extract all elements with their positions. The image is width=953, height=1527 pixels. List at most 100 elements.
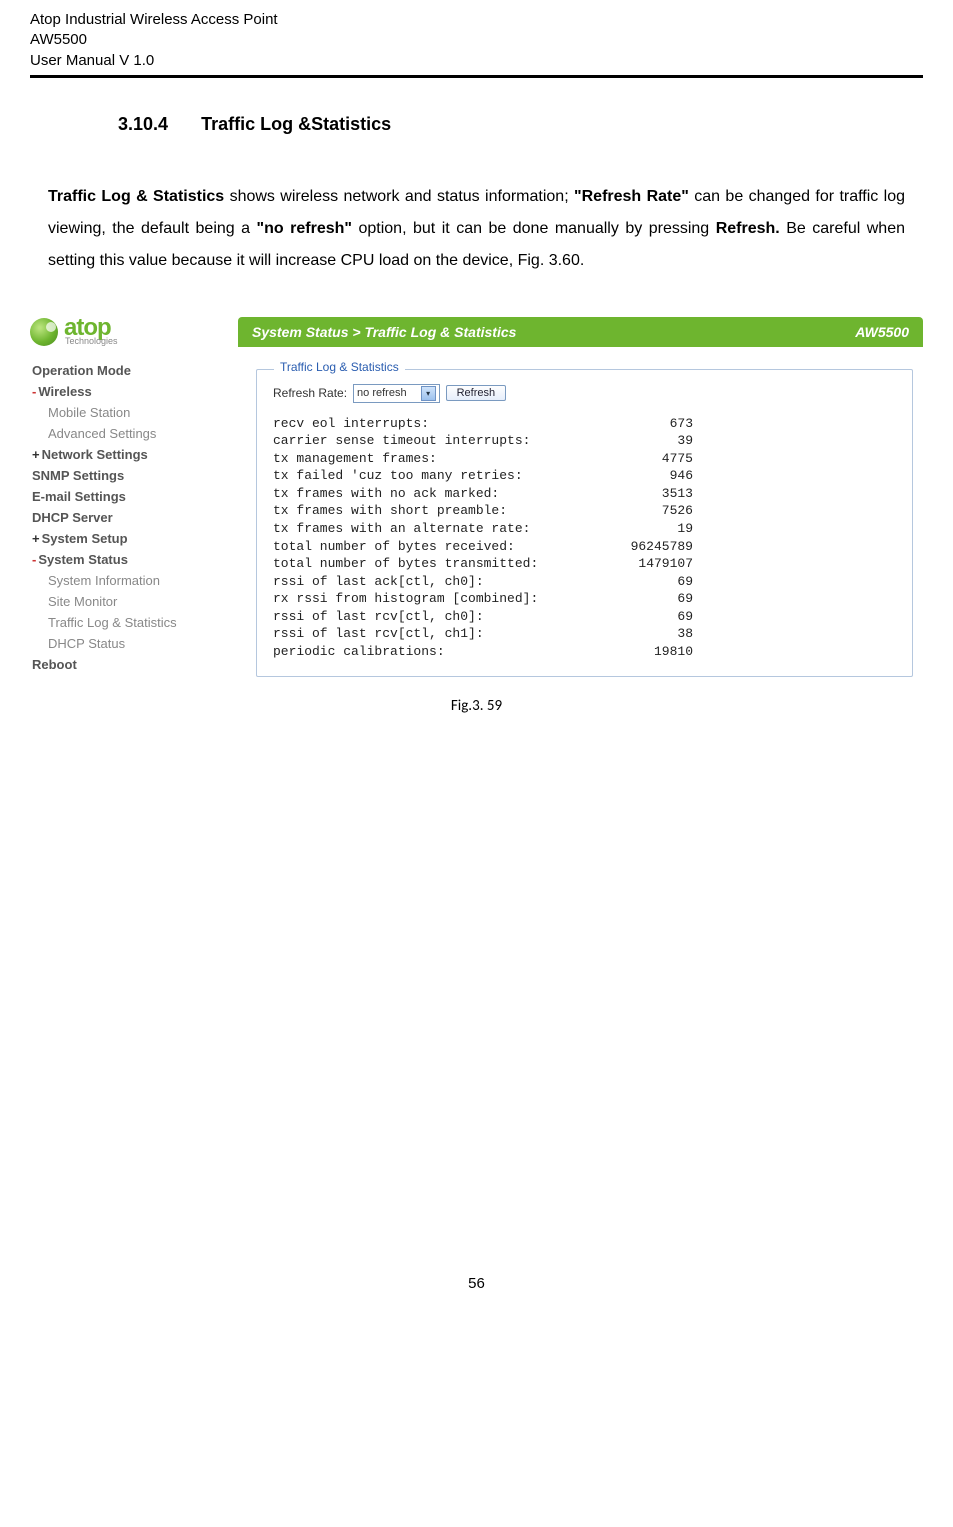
stat-label: rx rssi from histogram [combined]:	[273, 590, 603, 608]
stat-label: periodic calibrations:	[273, 643, 603, 661]
collapse-icon: -	[32, 552, 36, 567]
refresh-row: Refresh Rate: no refresh ▾ Refresh	[273, 384, 896, 403]
sidebar: atop Technologies Operation Mode -Wirele…	[30, 317, 220, 676]
breadcrumb-bar: System Status > Traffic Log & Statistics…	[238, 317, 923, 347]
section-heading: 3.10.4 Traffic Log &Statistics	[118, 114, 923, 135]
stat-label: tx management frames:	[273, 450, 603, 468]
select-value: no refresh	[357, 387, 407, 399]
p-bold-2: "Refresh Rate"	[574, 188, 689, 205]
stat-row: rssi of last rcv[ctl, ch1]:38	[273, 625, 896, 643]
nav-reboot[interactable]: Reboot	[30, 654, 220, 675]
model-label: AW5500	[855, 324, 909, 340]
stat-label: carrier sense timeout interrupts:	[273, 432, 603, 450]
stat-row: total number of bytes received:96245789	[273, 538, 896, 556]
figure: atop Technologies Operation Mode -Wirele…	[30, 317, 923, 716]
stat-row: tx management frames:4775	[273, 450, 896, 468]
stat-label: rssi of last ack[ctl, ch0]:	[273, 573, 603, 591]
refresh-rate-select[interactable]: no refresh ▾	[353, 384, 440, 403]
fieldset: Refresh Rate: no refresh ▾ Refresh recv …	[256, 369, 913, 678]
expand-icon: +	[32, 447, 40, 462]
section-number: 3.10.4	[118, 114, 168, 135]
fieldset-legend: Traffic Log & Statistics	[274, 360, 405, 374]
stat-row: tx frames with short preamble:7526	[273, 502, 896, 520]
nav-mobile-station[interactable]: Mobile Station	[30, 402, 220, 423]
stat-row: periodic calibrations:19810	[273, 643, 896, 661]
stat-value: 69	[603, 590, 693, 608]
content-panel: System Status > Traffic Log & Statistics…	[238, 317, 923, 688]
stat-value: 39	[603, 432, 693, 450]
stat-value: 7526	[603, 502, 693, 520]
nav-email-settings[interactable]: E-mail Settings	[30, 486, 220, 507]
p-bold-1: Traffic Log & Statistics	[48, 188, 224, 205]
stat-label: recv eol interrupts:	[273, 415, 603, 433]
stat-value: 19	[603, 520, 693, 538]
nav-wireless-label: Wireless	[38, 384, 91, 399]
nav-system-status[interactable]: -System Status	[30, 549, 220, 570]
page-number: 56	[30, 1275, 923, 1292]
nav-wireless[interactable]: -Wireless	[30, 381, 220, 402]
stat-value: 1479107	[603, 555, 693, 573]
stat-value: 946	[603, 467, 693, 485]
nav-advanced-settings[interactable]: Advanced Settings	[30, 423, 220, 444]
logo-sub: Technologies	[65, 336, 118, 346]
stat-label: tx frames with no ack marked:	[273, 485, 603, 503]
stat-value: 69	[603, 573, 693, 591]
collapse-icon: -	[32, 384, 36, 399]
figure-caption: Fig.3. 59	[30, 697, 923, 715]
stat-row: recv eol interrupts:673	[273, 415, 896, 433]
stats-list: recv eol interrupts:673carrier sense tim…	[273, 415, 896, 661]
header-line-3: User Manual V 1.0	[30, 51, 923, 71]
stat-value: 69	[603, 608, 693, 626]
stat-value: 96245789	[603, 538, 693, 556]
breadcrumb: System Status > Traffic Log & Statistics	[252, 324, 516, 340]
page-header: Atop Industrial Wireless Access Point AW…	[30, 10, 923, 78]
stat-label: tx frames with short preamble:	[273, 502, 603, 520]
p-bold-4: Refresh.	[716, 220, 780, 237]
header-line-2: AW5500	[30, 30, 923, 50]
stat-row: tx frames with no ack marked:3513	[273, 485, 896, 503]
stat-label: rssi of last rcv[ctl, ch0]:	[273, 608, 603, 626]
nav-dhcp-server[interactable]: DHCP Server	[30, 507, 220, 528]
stat-label: total number of bytes transmitted:	[273, 555, 603, 573]
p-text-3: option, but it can be done manually by p…	[352, 220, 716, 237]
refresh-rate-label: Refresh Rate:	[273, 386, 347, 400]
stat-label: rssi of last rcv[ctl, ch1]:	[273, 625, 603, 643]
body-paragraph: Traffic Log & Statistics shows wireless …	[48, 181, 905, 277]
nav-snmp-settings[interactable]: SNMP Settings	[30, 465, 220, 486]
nav-system-setup[interactable]: +System Setup	[30, 528, 220, 549]
stat-label: tx frames with an alternate rate:	[273, 520, 603, 538]
nav-operation-mode[interactable]: Operation Mode	[30, 360, 220, 381]
stat-row: rx rssi from histogram [combined]:69	[273, 590, 896, 608]
stat-row: tx frames with an alternate rate:19	[273, 520, 896, 538]
p-bold-3: "no refresh"	[257, 220, 352, 237]
stat-value: 3513	[603, 485, 693, 503]
stat-row: total number of bytes transmitted:147910…	[273, 555, 896, 573]
stat-value: 38	[603, 625, 693, 643]
stat-row: carrier sense timeout interrupts:39	[273, 432, 896, 450]
logo-brand: atop	[64, 317, 118, 339]
nav-site-monitor[interactable]: Site Monitor	[30, 591, 220, 612]
stat-value: 673	[603, 415, 693, 433]
nav-system-status-label: System Status	[38, 552, 128, 567]
logo-orb-icon	[30, 318, 58, 346]
stat-row: tx failed 'cuz too many retries:946	[273, 467, 896, 485]
stat-row: rssi of last rcv[ctl, ch0]:69	[273, 608, 896, 626]
header-line-1: Atop Industrial Wireless Access Point	[30, 10, 923, 30]
refresh-button[interactable]: Refresh	[446, 385, 507, 401]
nav-traffic-log[interactable]: Traffic Log & Statistics	[30, 612, 220, 633]
nav-system-setup-label: System Setup	[42, 531, 128, 546]
nav-network-settings[interactable]: +Network Settings	[30, 444, 220, 465]
stat-value: 19810	[603, 643, 693, 661]
stat-row: rssi of last ack[ctl, ch0]:69	[273, 573, 896, 591]
section-title: Traffic Log &Statistics	[201, 114, 391, 134]
p-text-1: shows wireless network and status inform…	[224, 188, 574, 205]
stat-value: 4775	[603, 450, 693, 468]
chevron-down-icon: ▾	[421, 386, 436, 401]
logo: atop Technologies	[30, 317, 220, 347]
stat-label: total number of bytes received:	[273, 538, 603, 556]
nav-system-information[interactable]: System Information	[30, 570, 220, 591]
expand-icon: +	[32, 531, 40, 546]
stat-label: tx failed 'cuz too many retries:	[273, 467, 603, 485]
nav-network-settings-label: Network Settings	[42, 447, 148, 462]
nav-dhcp-status[interactable]: DHCP Status	[30, 633, 220, 654]
